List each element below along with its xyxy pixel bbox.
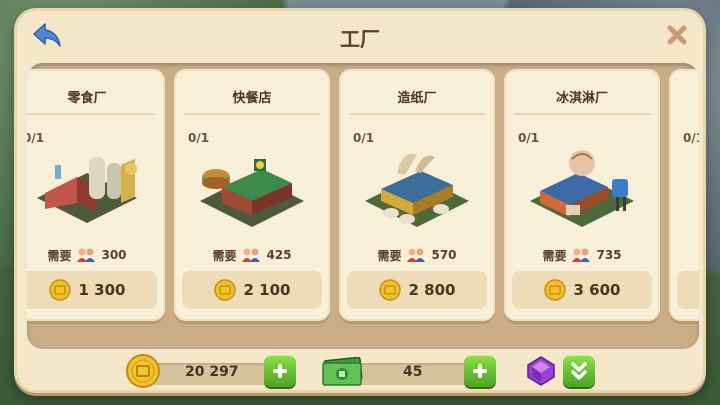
people-icon	[407, 248, 426, 262]
factory-card[interactable]: 造纸厂 0/1 需要 570 2 800	[339, 69, 495, 321]
people-icon	[77, 248, 96, 262]
buy-button[interactable]	[677, 271, 699, 309]
close-x-icon[interactable]	[665, 23, 689, 47]
cash-balance: 45	[403, 364, 423, 380]
population-value: 570	[431, 248, 457, 262]
divider	[349, 113, 485, 115]
population-value: 735	[596, 248, 622, 262]
title-bar: 工厂	[17, 11, 703, 63]
require-label: 需要	[47, 248, 72, 263]
window-title: 工厂	[340, 27, 380, 51]
factory-list-panel[interactable]: 零食厂 0/1 需要 300 1 300 快餐店 0/1 需要 425 2 10…	[27, 63, 699, 349]
people-icon	[242, 248, 261, 262]
coin-icon	[126, 354, 160, 388]
factory-name: 零食厂	[67, 91, 107, 106]
factory-name: 冰淇淋厂	[555, 91, 608, 106]
ice-cream-factory-image	[522, 143, 642, 233]
factory-shop-window: 工厂 零食厂 0/1 需要 300 1 300 快餐店 0/1 需要 425 2…	[14, 8, 706, 393]
factory-card[interactable]: 快餐店 0/1 需要 425 2 100	[174, 69, 330, 321]
expand-resources-button[interactable]	[563, 355, 595, 387]
factory-name: 快餐店	[232, 91, 272, 106]
double-chevron-down-icon	[571, 362, 587, 380]
requirement-row: 需要 425	[174, 245, 330, 265]
coin-icon	[543, 279, 566, 301]
people-icon	[572, 248, 591, 262]
factory-name: 造纸厂	[397, 91, 437, 106]
divider	[27, 113, 155, 115]
price-value: 3 600	[573, 281, 621, 299]
require-label: 需要	[212, 248, 237, 263]
buy-button[interactable]: 2 100	[182, 271, 322, 309]
buy-button[interactable]: 1 300	[27, 271, 157, 309]
purple-gem-icon[interactable]	[525, 355, 557, 387]
requirement-row: 需要 300	[27, 245, 165, 265]
factory-card[interactable]: 冰淇淋厂 0/1 需要 735 3 600	[504, 69, 660, 321]
factory-card[interactable]: 零食厂 0/1 需要 300 1 300	[27, 69, 165, 321]
snack-factory-image	[27, 143, 147, 233]
price-value: 2 800	[408, 281, 456, 299]
divider	[514, 113, 650, 115]
coin-icon	[213, 279, 236, 301]
paper-mill-image	[357, 143, 477, 233]
require-label: 需要	[542, 248, 567, 263]
population-value: 300	[101, 248, 127, 262]
require-label: 需要	[377, 248, 402, 263]
divider	[184, 113, 320, 115]
banknote-icon	[322, 357, 363, 386]
coin-icon	[378, 279, 401, 301]
buy-button[interactable]: 2 800	[347, 271, 487, 309]
fast-food-restaurant-image	[192, 143, 312, 233]
coin-balance: 20 297	[185, 364, 239, 380]
price-value: 1 300	[78, 281, 126, 299]
owned-count: 0/1	[683, 131, 699, 145]
population-value: 425	[266, 248, 292, 262]
price-value: 2 100	[243, 281, 291, 299]
factory-card[interactable]: 0/1	[669, 69, 699, 321]
buy-coins-plus-button[interactable]	[264, 355, 296, 387]
requirement-row: 需要 570	[339, 245, 495, 265]
buy-button[interactable]: 3 600	[512, 271, 652, 309]
buy-cash-plus-button[interactable]	[464, 355, 496, 387]
requirement-row: 需要 735	[504, 245, 660, 265]
coin-icon	[48, 279, 71, 301]
resource-bar: 20 297 45	[17, 351, 703, 393]
